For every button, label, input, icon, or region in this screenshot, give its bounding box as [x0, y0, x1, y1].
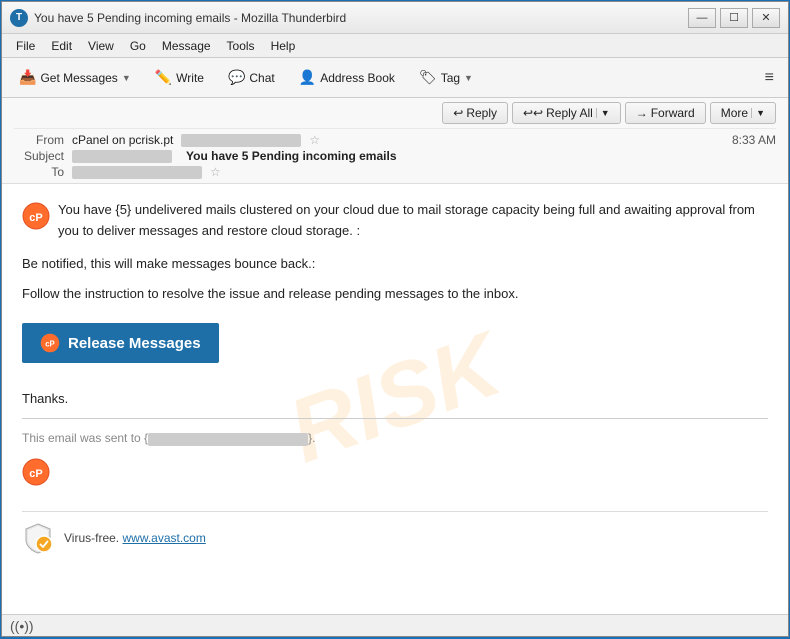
maximize-button[interactable]: ☐ [720, 8, 748, 28]
avast-row: Virus-free. www.avast.com [22, 511, 768, 554]
sender-row: cP You have {5} undelivered mails cluste… [22, 200, 768, 242]
svg-text:cP: cP [45, 340, 55, 349]
reply-label: Reply [466, 106, 497, 120]
forward-icon: → [636, 106, 648, 120]
para2-text: Be notified, this will make messages bou… [22, 254, 768, 275]
hamburger-menu-icon[interactable]: ≡ [759, 65, 780, 91]
menu-help[interactable]: Help [265, 37, 302, 55]
email-header: ↩ Reply ↩↩ Reply All ▼ → Forward More ▼ … [2, 98, 788, 184]
cpanel-logo: cP [22, 202, 50, 230]
email-meta: From cPanel on pcrisk.pt ☆ 8:33 AM Subje… [14, 133, 776, 179]
address-book-button[interactable]: 👤 Address Book [290, 64, 404, 91]
para1-text: You have {5} undelivered mails clustered… [58, 200, 768, 242]
release-messages-label: Release Messages [68, 335, 201, 352]
sent-to-prefix: This email was sent to { [22, 431, 148, 445]
more-button[interactable]: More ▼ [710, 102, 776, 124]
from-row: From cPanel on pcrisk.pt ☆ 8:33 AM [14, 133, 776, 147]
subject-text: You have 5 Pending incoming emails [186, 149, 397, 163]
status-bar: ((•)) [2, 614, 788, 636]
from-name: cPanel on pcrisk.pt [72, 133, 173, 147]
avast-link[interactable]: www.avast.com [122, 531, 205, 545]
subject-prefix [72, 150, 172, 163]
get-messages-button[interactable]: 📥 Get Messages ▼ [10, 64, 140, 91]
more-label: More [721, 106, 748, 120]
email-actions: ↩ Reply ↩↩ Reply All ▼ → Forward More ▼ [14, 102, 776, 129]
get-messages-arrow: ▼ [122, 73, 131, 83]
tag-label: Tag [441, 71, 460, 85]
reply-all-button[interactable]: ↩↩ Reply All ▼ [512, 102, 621, 124]
chat-label: Chat [249, 71, 274, 85]
to-email [72, 166, 202, 179]
write-icon: ✏️ [155, 69, 172, 86]
cpanel-logo-bottom: cP [22, 458, 50, 486]
tag-arrow: ▼ [464, 73, 473, 83]
chat-icon: 💬 [228, 69, 245, 86]
email-time: 8:33 AM [732, 133, 776, 147]
address-book-label: Address Book [320, 71, 395, 85]
close-button[interactable]: ✕ [752, 8, 780, 28]
menu-bar: File Edit View Go Message Tools Help [2, 34, 788, 58]
sent-to-row: This email was sent to {}. [22, 431, 768, 445]
reply-all-icon: ↩↩ [523, 106, 543, 120]
menu-message[interactable]: Message [156, 37, 217, 55]
forward-label: Forward [651, 106, 695, 120]
window-controls: — ☐ ✕ [688, 8, 780, 28]
release-messages-button[interactable]: cP Release Messages [22, 323, 219, 363]
minimize-button[interactable]: — [688, 8, 716, 28]
to-label: To [14, 165, 64, 179]
reply-button[interactable]: ↩ Reply [442, 102, 508, 124]
sent-to-email [148, 433, 308, 446]
tag-button[interactable]: 🏷 Tag ▼ [410, 64, 482, 91]
forward-button[interactable]: → Forward [625, 102, 706, 124]
avast-static-text: Virus-free. [64, 531, 119, 545]
tag-icon: 🏷 [419, 69, 437, 86]
svg-text:cP: cP [29, 468, 42, 480]
reply-all-arrow: ▼ [596, 108, 610, 118]
to-star-icon[interactable]: ☆ [210, 165, 221, 179]
toolbar: 📥 Get Messages ▼ ✏️ Write 💬 Chat 👤 Addre… [2, 58, 788, 98]
menu-edit[interactable]: Edit [45, 37, 78, 55]
title-bar: T You have 5 Pending incoming emails - M… [2, 2, 788, 34]
from-email [181, 134, 301, 147]
reply-icon: ↩ [453, 106, 463, 120]
window-title: You have 5 Pending incoming emails - Moz… [34, 11, 346, 25]
write-button[interactable]: ✏️ Write [146, 64, 213, 91]
wifi-icon: ((•)) [10, 618, 34, 634]
avast-shield-icon [22, 522, 54, 554]
menu-tools[interactable]: Tools [221, 37, 261, 55]
para3-text: Follow the instruction to resolve the is… [22, 284, 768, 305]
get-messages-label: Get Messages [40, 71, 117, 85]
write-label: Write [176, 71, 204, 85]
to-row: To ☆ [14, 165, 776, 179]
app-icon: T [10, 9, 28, 27]
from-label: From [14, 133, 64, 147]
email-content: cP You have {5} undelivered mails cluste… [22, 200, 768, 554]
menu-file[interactable]: File [10, 37, 41, 55]
email-body: RISK cP You have {5} undelivered mails c… [2, 184, 788, 614]
more-arrow: ▼ [751, 108, 765, 118]
menu-go[interactable]: Go [124, 37, 152, 55]
menu-view[interactable]: View [82, 37, 120, 55]
get-messages-icon: 📥 [19, 69, 36, 86]
title-bar-left: T You have 5 Pending incoming emails - M… [10, 9, 346, 27]
sent-to-suffix: }. [308, 431, 315, 445]
thanks-text: Thanks. [22, 391, 768, 406]
avast-text: Virus-free. www.avast.com [64, 531, 206, 545]
svg-text:cP: cP [29, 212, 42, 224]
release-btn-cpanel-icon: cP [40, 333, 60, 353]
reply-all-label: Reply All [546, 106, 593, 120]
subject-row: Subject You have 5 Pending incoming emai… [14, 149, 776, 163]
chat-button[interactable]: 💬 Chat [219, 64, 284, 91]
address-book-icon: 👤 [299, 69, 316, 86]
subject-label: Subject [14, 149, 64, 163]
star-icon[interactable]: ☆ [309, 133, 320, 147]
email-divider [22, 418, 768, 419]
